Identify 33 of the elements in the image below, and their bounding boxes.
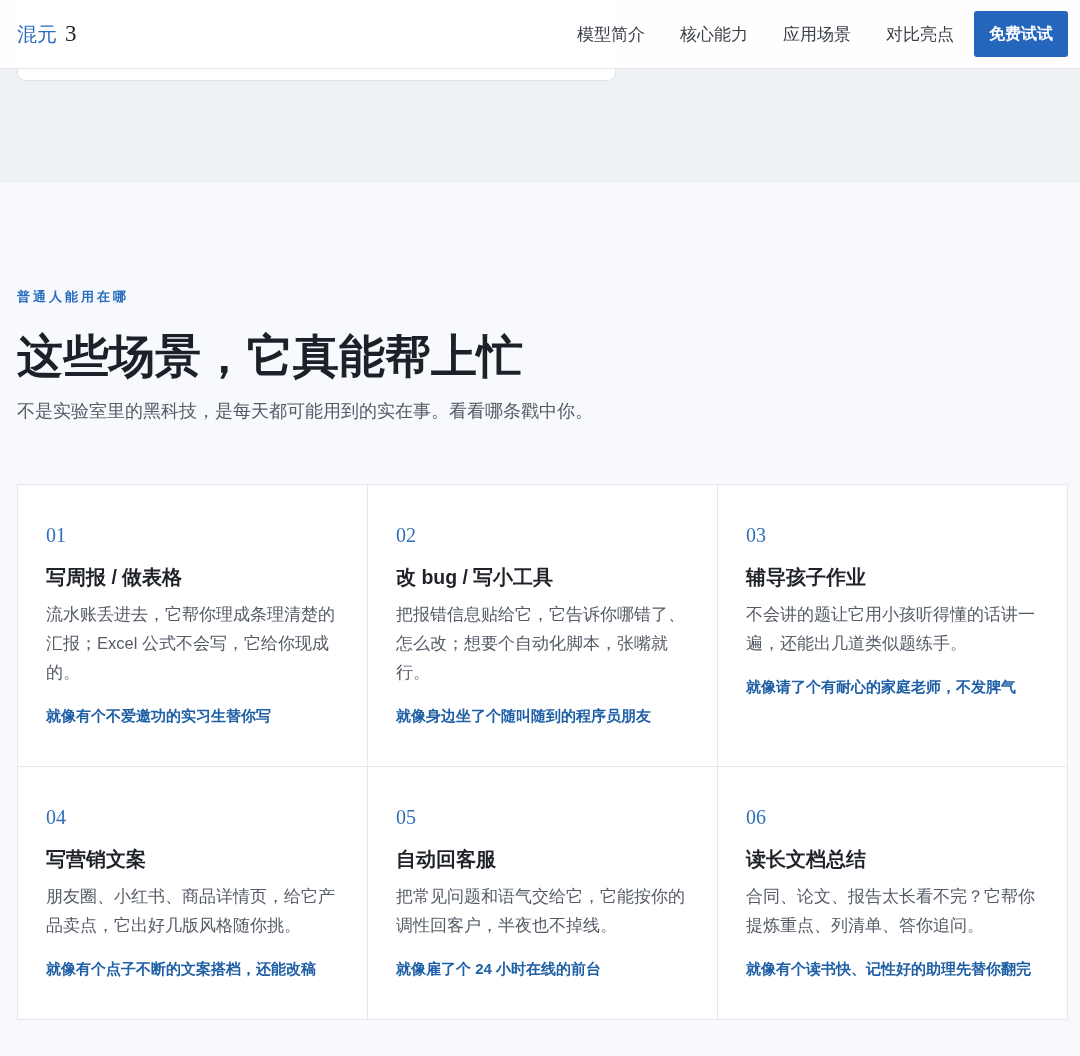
card-number: 04 [46,805,67,829]
free-trial-button[interactable]: 免费试试 [974,11,1068,57]
section-title: 这些场景，它真能帮上忙 [17,329,524,384]
card-tagline: 就像身边坐了个随叫随到的程序员朋友 [396,706,652,726]
nav-link[interactable]: 核心能力 [680,21,748,47]
card-tagline: 就像请了个有耐心的家庭老师，不发脾气 [746,677,1017,697]
card-number: 01 [46,523,67,547]
card-title: 改 bug / 写小工具 [396,565,555,590]
card-tagline: 就像有个点子不断的文案搭档，还能改稿 [46,959,317,979]
card-tagline: 就像雇了个 24 小时在线的前台 [396,959,603,979]
card-title: 辅导孩子作业 [746,565,867,590]
card-tagline: 就像有个不爱邀功的实习生替你写 [46,706,272,726]
card-number: 06 [746,805,767,829]
section-subtitle: 不是实验室里的黑科技，是每天都可能用到的实在事。看看哪条戳中你。 [17,400,594,423]
card-description: 朋友圈、小红书、商品详情页，给它产品卖点，它出好几版风格随你挑。 [46,886,336,936]
card-number: 03 [746,523,767,547]
card-title: 自动回客服 [396,847,497,872]
card-description: 流水账丢进去，它帮你理成条理清楚的汇报；Excel 公式不会写，它给你现成的。 [46,604,336,683]
card-description: 合同、论文、报告太长看不完？它帮你提炼重点、列清单、答你追问。 [746,886,1036,936]
nav-link[interactable]: 应用场景 [783,21,851,47]
card-description: 把常见问题和语气交给它，它能按你的调性回客户，半夜也不掉线。 [396,886,686,936]
card-number: 05 [396,805,417,829]
section-eyebrow: 普通人能用在哪 [17,288,130,306]
card-tagline: 就像有个读书快、记性好的助理先替你翻完 [746,959,1032,979]
nav-link[interactable]: 对比亮点 [886,21,954,47]
card-description: 不会讲的题让它用小孩听得懂的话讲一遍，还能出几道类似题练手。 [746,604,1036,654]
card-number: 02 [396,523,417,547]
card-description: 把报错信息贴给它，它告诉你哪错了、怎么改；想要个自动化脚本，张嘴就行。 [396,604,686,683]
nav-link[interactable]: 模型简介 [577,21,645,47]
card-title: 写周报 / 做表格 [46,565,184,590]
card-title: 写营销文案 [46,847,147,872]
card-title: 读长文档总结 [746,847,867,872]
logo[interactable]: 混元 3 [17,16,77,52]
